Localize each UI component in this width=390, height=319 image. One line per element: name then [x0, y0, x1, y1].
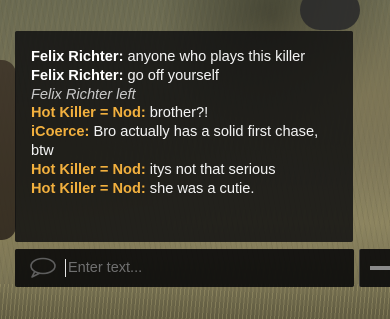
chat-sender-name: iCoerce: [31, 124, 90, 141]
chat-sender-name: Hot Killer = Nod: [31, 180, 146, 197]
chat-sender-name: Hot Killer = Nod: [31, 105, 146, 122]
chat-message: Hot Killer = Nod: itys not that serious [31, 161, 343, 180]
chat-message-text: go off yourself [123, 67, 219, 84]
text-caret [65, 259, 66, 277]
chat-message-text: anyone who plays this killer [123, 49, 306, 65]
background-character-top [300, 0, 360, 30]
chat-message-text: itys not that serious [145, 161, 276, 178]
chat-panel: Felix Richter: anyone who plays this kil… [15, 31, 353, 242]
minimize-icon [370, 266, 390, 270]
chat-side-button[interactable] [359, 249, 390, 287]
chat-message: Felix Richter: anyone who plays this kil… [31, 48, 343, 67]
chat-sender-name: Hot Killer = Nod: [31, 161, 146, 178]
background-grass [0, 284, 390, 319]
chat-message: iCoerce: Bro actually has a solid first … [31, 123, 343, 161]
chat-sender-name: Felix Richter: [31, 67, 124, 84]
chat-message: Hot Killer = Nod: brother?! [31, 104, 343, 123]
chat-bubble-icon [29, 257, 57, 279]
chat-message: Felix Richter: go off yourself [31, 67, 343, 86]
chat-text-input[interactable] [68, 260, 318, 276]
chat-input-bar[interactable] [15, 249, 354, 287]
chat-message: Hot Killer = Nod: she was a cutie. [31, 180, 343, 199]
chat-message-text: brother?! [145, 105, 209, 122]
chat-system-message: Felix Richter left [31, 86, 136, 103]
chat-message-text: she was a cutie. [145, 180, 255, 197]
chat-log: Felix Richter: anyone who plays this kil… [31, 48, 343, 198]
background-character-left [0, 60, 16, 240]
chat-sender-name: Felix Richter: [31, 49, 124, 65]
